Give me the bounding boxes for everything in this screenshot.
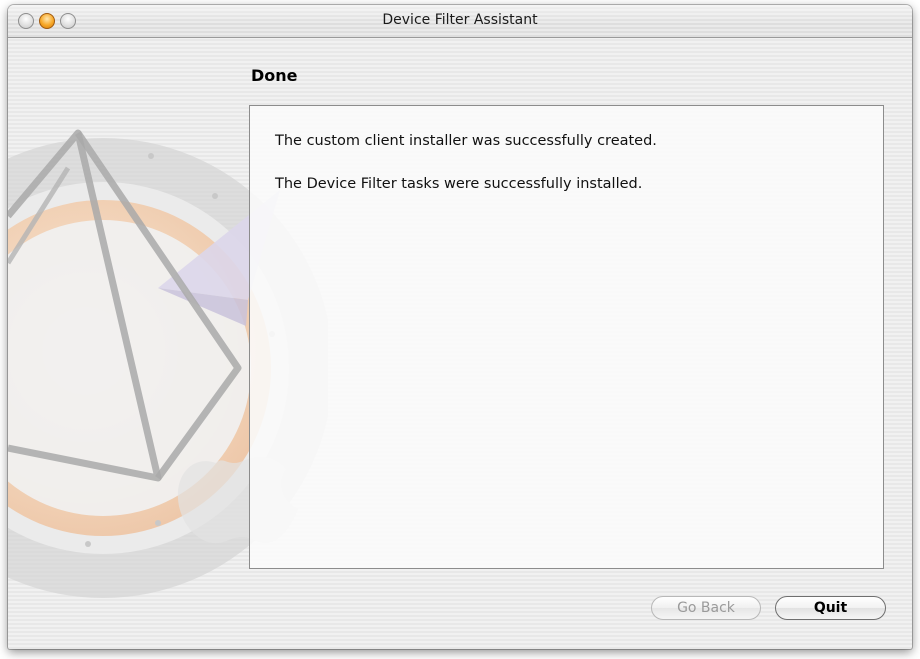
- title-bar[interactable]: Device Filter Assistant: [8, 5, 912, 38]
- step-title: Done: [251, 66, 298, 85]
- installer-created-message: The custom client installer was successf…: [275, 133, 657, 149]
- content-panel: The custom client installer was successf…: [249, 105, 884, 569]
- go-back-button[interactable]: Go Back: [651, 596, 761, 620]
- tasks-installed-message: The Device Filter tasks were successfull…: [275, 176, 643, 192]
- window-title: Device Filter Assistant: [382, 12, 538, 28]
- quit-button[interactable]: Quit: [775, 596, 886, 620]
- assistant-window: Device Filter Assistant Done The custom …: [8, 5, 912, 649]
